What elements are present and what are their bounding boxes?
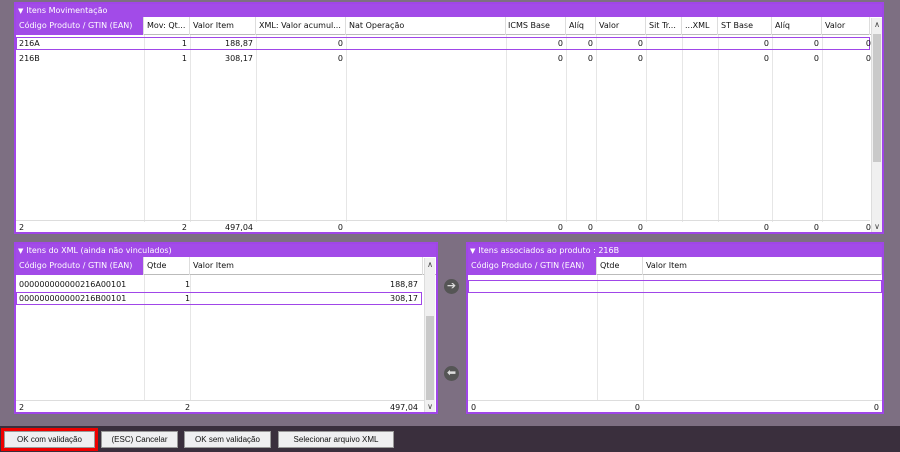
col-header-mov-qtde[interactable]: Mov: Qt...: [144, 17, 190, 35]
collapse-icon[interactable]: ▼: [470, 247, 475, 255]
empty-selected-row[interactable]: [468, 280, 882, 293]
panel-title[interactable]: ▼ Itens do XML (ainda não vinculados): [16, 244, 436, 257]
scroll-thumb[interactable]: [873, 34, 881, 162]
itens-xml-panel: ▼ Itens do XML (ainda não vinculados) Cód…: [14, 242, 438, 414]
table-footer: 2 2 497,04: [16, 400, 424, 412]
ok-sem-validacao-button[interactable]: OK sem validação: [184, 431, 271, 448]
col-header-nat-operacao[interactable]: Nat Operação: [346, 17, 506, 35]
bottom-toolbar: OK com validação (ESC) Cancelar OK sem v…: [0, 426, 900, 452]
col-header-codigo[interactable]: Código Produto / GTIN (EAN): [16, 257, 144, 275]
col-header-xml[interactable]: ...XML: [682, 17, 718, 35]
list-item[interactable]: 000000000000216B00101 1 308,17: [16, 292, 422, 305]
scroll-down-icon[interactable]: ∨: [872, 222, 882, 232]
col-header-qtde[interactable]: Qtde: [144, 257, 190, 275]
table-footer: 2 2 497,04 0 0 0 0 0 0 0: [16, 220, 871, 232]
selecionar-xml-button[interactable]: Selecionar arquivo XML: [278, 431, 394, 448]
col-header-aliq[interactable]: Alíq: [566, 17, 596, 35]
itens-movimentacao-panel: ▼ Itens Movimentação Código Produto / GTI…: [14, 2, 884, 234]
collapse-icon[interactable]: ▼: [18, 7, 23, 15]
table-footer: 0 0 0: [468, 400, 882, 412]
itens-associados-panel: ▼ Itens associados ao produto : 216B Códi…: [466, 242, 884, 414]
scroll-thumb[interactable]: [426, 316, 434, 400]
vertical-scrollbar[interactable]: ∧ ∨: [871, 18, 882, 232]
associate-arrow-right-icon[interactable]: ➔: [444, 279, 459, 294]
panel-title[interactable]: ▼ Itens Movimentação: [16, 4, 882, 17]
scroll-up-icon[interactable]: ∧: [872, 20, 882, 30]
column-header-row: Código Produto / GTIN (EAN) Qtde Valor I…: [468, 257, 882, 275]
scroll-down-icon[interactable]: ∨: [425, 402, 435, 412]
table-row[interactable]: 216A 1 188,87 0 0 0 0 0 0 0: [16, 37, 871, 50]
cancelar-button[interactable]: (ESC) Cancelar: [101, 431, 178, 448]
column-header-row: Código Produto / GTIN (EAN) Qtde Valor I…: [16, 257, 436, 275]
table-row[interactable]: 216B 1 308,17 0 0 0 0 0 0 0: [16, 52, 871, 65]
col-header-st-valor[interactable]: Valor: [822, 17, 870, 35]
col-header-qtde[interactable]: Qtde: [597, 257, 643, 275]
col-header-sit-trib[interactable]: Sit Tr...: [646, 17, 682, 35]
col-header-icms-base[interactable]: ICMS Base: [506, 17, 566, 35]
panel-title[interactable]: ▼ Itens associados ao produto : 216B: [468, 244, 882, 257]
list-item[interactable]: 000000000000216A00101 1 188,87: [16, 278, 422, 291]
col-header-xml-valor[interactable]: XML: Valor acumul...: [256, 17, 346, 35]
highlight-box: [1, 428, 98, 451]
disassociate-arrow-left-icon[interactable]: ⬅: [444, 366, 459, 381]
vertical-scrollbar[interactable]: ∧ ∨: [424, 258, 435, 412]
col-header-codigo[interactable]: Código Produto / GTIN (EAN): [468, 257, 597, 275]
collapse-icon[interactable]: ▼: [18, 247, 23, 255]
col-header-st-base[interactable]: ST Base: [718, 17, 772, 35]
col-header-valor-item[interactable]: Valor Item: [190, 17, 256, 35]
col-header-valor[interactable]: Valor: [596, 17, 646, 35]
col-header-codigo[interactable]: Código Produto / GTIN (EAN): [16, 17, 144, 35]
col-header-valor-item[interactable]: Valor Item: [190, 257, 423, 275]
column-header-row: Código Produto / GTIN (EAN) Mov: Qt... V…: [16, 17, 882, 35]
col-header-st-aliq[interactable]: Alíq: [772, 17, 822, 35]
scroll-up-icon[interactable]: ∧: [425, 260, 435, 270]
col-header-valor-item[interactable]: Valor Item: [643, 257, 882, 275]
